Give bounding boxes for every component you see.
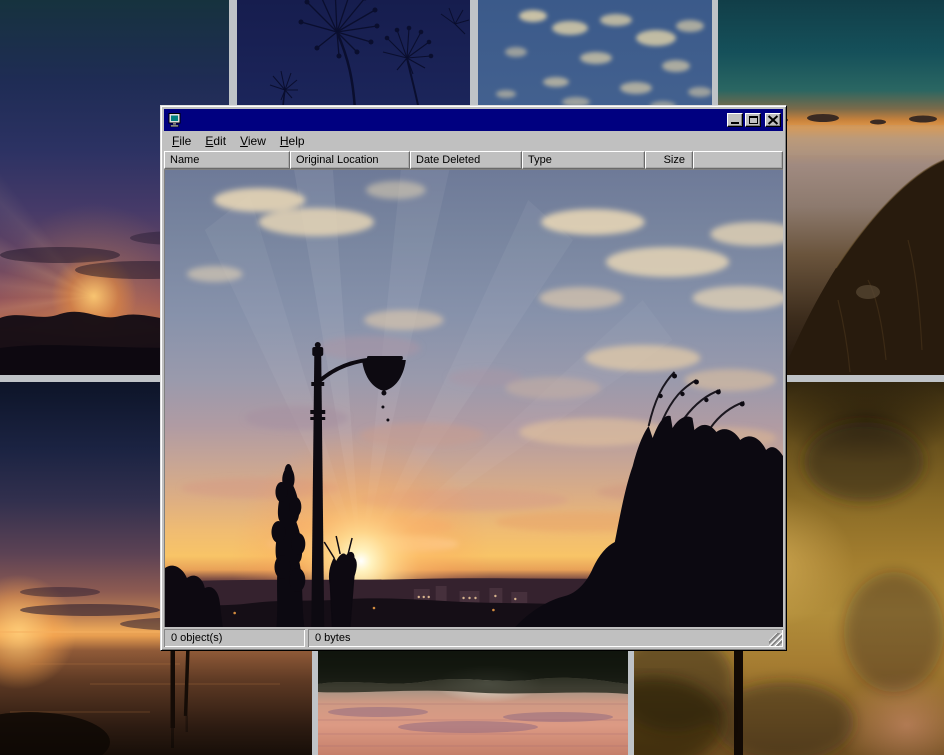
close-button[interactable] (765, 113, 781, 127)
resize-grip-icon[interactable] (769, 633, 782, 646)
column-header-original-location[interactable]: Original Location (290, 151, 410, 169)
sunset-streetlamp-photo (165, 170, 783, 627)
menu-file[interactable]: File (165, 132, 198, 151)
status-objects: 0 object(s) (164, 629, 305, 647)
menu-view[interactable]: View (233, 132, 273, 151)
column-header-date-deleted[interactable]: Date Deleted (410, 151, 522, 169)
column-header-size[interactable]: Size (645, 151, 693, 169)
file-list-area[interactable] (164, 169, 783, 627)
column-header-filler (693, 151, 783, 169)
menu-edit[interactable]: Edit (198, 132, 233, 151)
menu-bar: File Edit View Help (164, 131, 783, 151)
column-header-name[interactable]: Name (164, 151, 290, 169)
menu-help[interactable]: Help (273, 132, 312, 151)
minimize-icon (731, 122, 739, 124)
status-bar: 0 object(s) 0 bytes (164, 627, 783, 647)
maximize-icon (749, 116, 758, 124)
recycle-bin-window: File Edit View Help Name Original Locati… (160, 105, 787, 651)
computer-monitor-icon[interactable] (167, 112, 183, 128)
column-header-type[interactable]: Type (522, 151, 645, 169)
column-header-row: Name Original Location Date Deleted Type… (164, 151, 783, 169)
window-titlebar[interactable] (164, 109, 783, 131)
maximize-button[interactable] (745, 113, 761, 127)
status-bytes: 0 bytes (308, 629, 783, 647)
minimize-button[interactable] (727, 113, 743, 127)
close-icon (768, 116, 778, 125)
